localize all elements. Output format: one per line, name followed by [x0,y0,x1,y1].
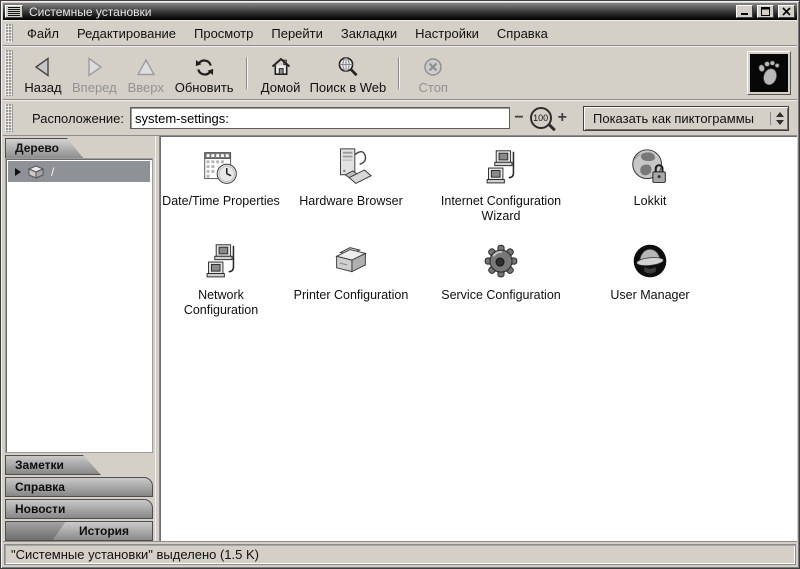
item-label: User Manager [610,288,689,303]
web-search-icon [336,54,360,80]
icon-grid: Date/Time Properties Hardware Browser [160,136,797,318]
internet-wizard-icon [478,146,524,192]
item-label: Date/Time Properties [162,194,280,209]
item-label: Network Configuration [162,288,280,318]
refresh-label: Обновить [175,80,234,95]
minimize-button[interactable] [736,5,753,18]
zoom-out-button[interactable]: − [510,108,527,128]
location-label: Расположение: [32,111,124,126]
zoom-in-button[interactable]: + [554,108,571,128]
item-label: Internet Configuration Wizard [426,194,576,224]
package-icon [27,164,45,180]
content-area: Дерево / Заметки Справка Новости История [3,136,797,542]
lokkit-icon [627,146,673,192]
home-icon [269,54,293,80]
tree-panel: / [5,158,153,453]
expander-icon[interactable] [15,168,21,176]
refresh-icon [193,54,216,80]
gnome-foot-icon [750,54,788,92]
app-window: Системные установки Файл Редактирование … [0,0,800,569]
forward-label: Вперед [72,80,117,95]
status-text: "Системные установки" выделено (1.5 K) [4,544,796,565]
item-label: Service Configuration [441,288,561,303]
item-hardware-browser[interactable]: Hardware Browser [299,146,403,209]
window-menu-button[interactable] [5,5,23,18]
titlebar[interactable]: Системные установки [3,3,797,20]
locationbar-grip[interactable] [5,104,13,132]
tree-item-root[interactable]: / [8,161,150,182]
network-icon [198,240,244,286]
throbber[interactable] [747,51,791,95]
hardware-icon [328,146,374,192]
tab-history[interactable]: История [52,521,153,541]
forward-icon [82,54,106,80]
tab-help[interactable]: Справка [5,477,153,497]
icon-view: Date/Time Properties Hardware Browser [160,136,797,541]
stop-button[interactable]: Стоп [408,50,458,96]
zoom-level-indicator[interactable]: 100 [530,107,552,129]
stop-icon [422,54,444,80]
item-service-configuration[interactable]: Service Configuration [441,240,561,303]
back-button[interactable]: Назад [18,50,68,96]
toolbar-separator [246,57,248,89]
menubar-grip[interactable] [5,24,13,42]
web-search-button[interactable]: Поиск в Web [306,50,391,96]
tab-news[interactable]: Новости [5,499,153,519]
back-icon [31,54,55,80]
toolbar: Назад Вперед Вверх Обновить [3,46,797,100]
menu-help[interactable]: Справка [488,22,557,45]
location-input[interactable] [130,107,510,129]
tab-tree[interactable]: Дерево [5,138,83,158]
home-button[interactable]: Домой [256,50,306,96]
item-lokkit[interactable]: Lokkit [627,146,673,209]
maximize-button[interactable] [757,5,774,18]
tab-notes[interactable]: Заметки [5,455,101,475]
home-label: Домой [261,80,301,95]
web-search-label: Поиск в Web [310,80,387,95]
window-title: Системные установки [26,5,732,19]
item-datetime-properties[interactable]: Date/Time Properties [162,146,280,209]
maximize-icon [761,7,770,16]
menu-settings[interactable]: Настройки [406,22,488,45]
toolbar-grip[interactable] [5,50,13,96]
menubar: Файл Редактирование Просмотр Перейти Зак… [3,20,797,46]
back-label: Назад [24,80,61,95]
spinner-arrows-icon [770,112,784,125]
up-icon [134,54,158,80]
user-manager-icon [627,240,673,286]
statusbar: "Системные установки" выделено (1.5 K) [3,542,797,566]
stop-label: Стоп [419,80,448,95]
toolbar-separator [398,57,400,89]
item-internet-configuration-wizard[interactable]: Internet Configuration Wizard [426,146,576,224]
view-mode-label: Показать как пиктограммы [593,111,766,126]
zoom-level-value: 100 [533,113,548,123]
item-label: Lokkit [634,194,667,209]
item-network-configuration[interactable]: Network Configuration [162,240,280,318]
up-label: Вверх [128,80,164,95]
sidebar: Дерево / Заметки Справка Новости История [3,136,155,541]
menu-view[interactable]: Просмотр [185,22,262,45]
item-printer-configuration[interactable]: Printer Configuration [294,240,409,303]
tree-item-label: / [51,165,54,179]
services-icon [478,240,524,286]
menu-bookmarks[interactable]: Закладки [332,22,406,45]
up-button[interactable]: Вверх [121,50,171,96]
menu-file[interactable]: Файл [18,22,68,45]
menu-go[interactable]: Перейти [262,22,332,45]
printer-icon [328,240,374,286]
tab-history-row: История [5,521,153,541]
close-icon [782,7,791,16]
refresh-button[interactable]: Обновить [171,50,238,96]
datetime-icon [198,146,244,192]
minimize-icon [740,7,749,16]
view-mode-dropdown[interactable]: Показать как пиктограммы [583,106,789,131]
forward-button[interactable]: Вперед [68,50,121,96]
item-user-manager[interactable]: User Manager [610,240,689,303]
window-menu-icon [8,7,20,16]
item-label: Printer Configuration [294,288,409,303]
menu-edit[interactable]: Редактирование [68,22,185,45]
item-label: Hardware Browser [299,194,403,209]
location-bar: Расположение: − 100 + Показать как пикто… [3,100,797,136]
close-button[interactable] [778,5,795,18]
